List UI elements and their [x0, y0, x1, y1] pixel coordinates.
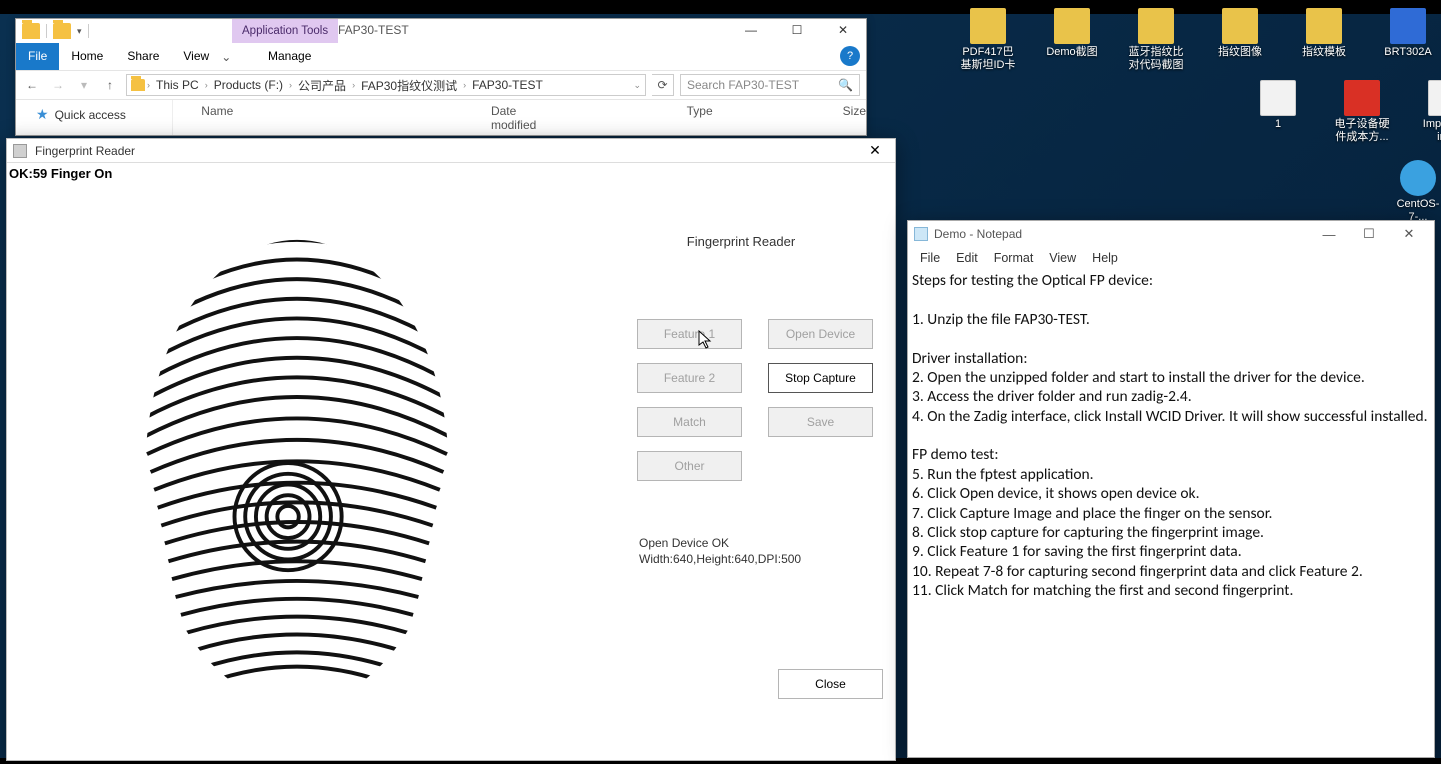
desktop-icon-row: 1 电子设备硬件成本方... Important info [1250, 80, 1441, 144]
desktop-icon-row: PDF417巴基斯坦ID卡 Demo截图 蓝牙指纹比对代码截图 指纹图像 指纹模… [960, 8, 1441, 72]
ribbon-tab-manage[interactable]: Manage [256, 43, 323, 69]
ribbon-tab-home[interactable]: Home [59, 43, 115, 70]
search-icon: 🔍 [838, 78, 853, 92]
feature1-button[interactable]: Feature 1 [637, 319, 742, 349]
sidebar-item-quick-access[interactable]: ★ Quick access [36, 106, 172, 123]
breadcrumb[interactable]: FAP30指纹仪测试 [357, 77, 461, 94]
minimize-button[interactable]: — [728, 19, 774, 41]
breadcrumb[interactable]: 公司产品 [294, 77, 350, 94]
other-button[interactable]: Other [637, 451, 742, 481]
fingerprint-image [7, 184, 587, 759]
breadcrumb[interactable]: Products (F:) [210, 78, 287, 92]
maximize-button[interactable]: ☐ [774, 19, 820, 41]
notepad-icon [914, 227, 928, 241]
status-text: OK:59 Finger On [7, 163, 895, 184]
menu-view[interactable]: View [1043, 249, 1082, 267]
address-bar[interactable]: › This PC› Products (F:)› 公司产品› FAP30指纹仪… [126, 74, 646, 96]
ribbon-tab-file[interactable]: File [16, 43, 59, 70]
text-content[interactable]: Steps for testing the Optical FP device:… [908, 269, 1434, 604]
desktop-icon[interactable]: 指纹图像 [1212, 8, 1268, 72]
match-button[interactable]: Match [637, 407, 742, 437]
nav-forward-button[interactable]: → [48, 75, 68, 95]
column-name: Name [201, 104, 361, 132]
save-button[interactable]: Save [768, 407, 873, 437]
feature2-button[interactable]: Feature 2 [637, 363, 742, 393]
desktop-icon[interactable]: BRT302A [1380, 8, 1436, 72]
ribbon-context-tab[interactable]: Application Tools [232, 19, 338, 43]
menu-file[interactable]: File [914, 249, 946, 267]
desktop-icon[interactable]: 蓝牙指纹比对代码截图 [1128, 8, 1184, 72]
notepad-window: Demo - Notepad — ☐ ✕ File Edit Format Vi… [907, 220, 1435, 758]
star-icon: ★ [36, 106, 49, 123]
window-title: FAP30-TEST [338, 23, 409, 37]
nav-up-button[interactable]: ↑ [100, 75, 120, 95]
device-status: Open Device OK [639, 536, 885, 552]
stop-capture-button[interactable]: Stop Capture [768, 363, 873, 393]
refresh-button[interactable]: ⟳ [652, 74, 674, 96]
desktop-icon[interactable]: PDF417巴基斯坦ID卡 [960, 8, 1016, 72]
column-type: Type [687, 104, 713, 132]
folder-icon[interactable] [22, 23, 40, 39]
menu-edit[interactable]: Edit [950, 249, 984, 267]
close-button[interactable]: ✕ [1390, 223, 1428, 245]
column-headers[interactable]: Name Date modified Type Size [173, 100, 866, 137]
folder-icon[interactable] [53, 23, 71, 39]
open-device-button[interactable]: Open Device [768, 319, 873, 349]
chevron-down-icon[interactable]: ⌄ [221, 50, 231, 64]
nav-back-button[interactable]: ← [22, 75, 42, 95]
desktop-icon[interactable]: 电子设备硬件成本方... [1334, 80, 1390, 144]
chevron-down-icon[interactable]: ▾ [74, 75, 94, 95]
fingerprint-reader-window: Fingerprint Reader ✕ OK:59 Finger On [6, 138, 896, 761]
window-title: Demo - Notepad [934, 227, 1310, 241]
column-date: Date modified [491, 104, 557, 132]
menu-bar: File Edit Format View Help [908, 247, 1434, 269]
chevron-down-icon[interactable]: ⌄ [633, 80, 641, 91]
desktop-icon[interactable]: 1 [1250, 80, 1306, 144]
menu-help[interactable]: Help [1086, 249, 1124, 267]
close-button[interactable]: Close [778, 669, 883, 699]
close-button[interactable]: ✕ [861, 141, 889, 161]
menu-format[interactable]: Format [988, 249, 1040, 267]
panel-title: Fingerprint Reader [597, 234, 885, 249]
device-info: Width:640,Height:640,DPI:500 [639, 552, 885, 568]
chevron-down-icon[interactable]: ▾ [77, 26, 82, 37]
breadcrumb[interactable]: FAP30-TEST [468, 78, 547, 92]
desktop-icon[interactable]: CentOS-7-... [1390, 160, 1441, 224]
help-icon[interactable] [840, 46, 860, 66]
desktop-icon[interactable]: Important info [1418, 80, 1441, 144]
ribbon-tab-share[interactable]: Share [115, 43, 171, 70]
app-icon [13, 144, 27, 158]
desktop-icon[interactable]: Demo截图 [1044, 8, 1100, 72]
column-size: Size [843, 104, 866, 132]
ribbon-tab-view[interactable]: View [171, 43, 221, 70]
close-button[interactable]: ✕ [820, 19, 866, 41]
maximize-button[interactable]: ☐ [1350, 223, 1388, 245]
minimize-button[interactable]: — [1310, 223, 1348, 245]
file-explorer-window: ▾ Application Tools FAP30-TEST — ☐ ✕ Fil… [15, 18, 867, 136]
search-input[interactable]: Search FAP30-TEST 🔍 [680, 74, 860, 96]
window-title: Fingerprint Reader [35, 144, 861, 158]
desktop-icon[interactable]: 指纹模板 [1296, 8, 1352, 72]
desktop-icon-row: CentOS-7-... [1390, 160, 1441, 224]
breadcrumb[interactable]: This PC [152, 78, 203, 92]
folder-icon [131, 79, 145, 91]
